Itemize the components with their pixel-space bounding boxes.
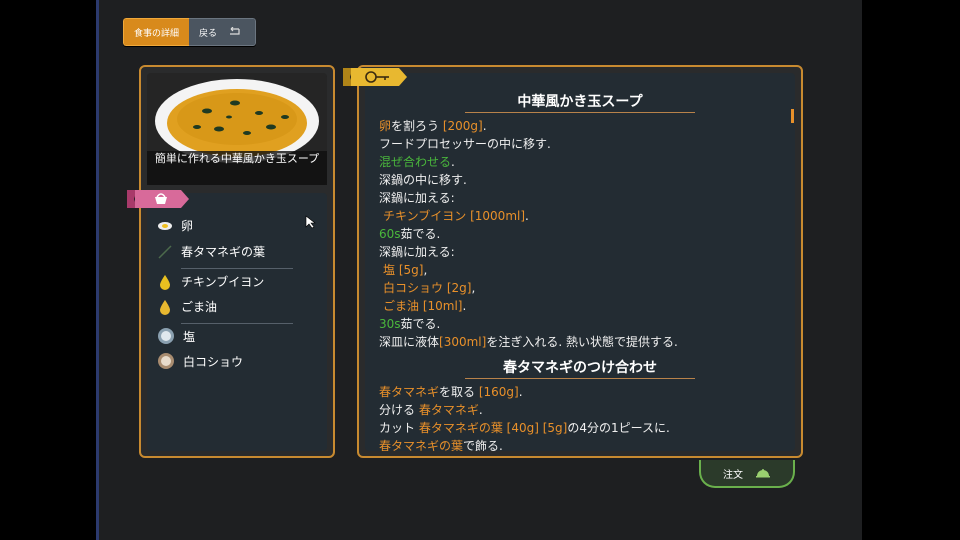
ingredient-label: 白コショウ (183, 354, 244, 369)
divider (181, 268, 293, 269)
recipe-text[interactable]: 中華風かき玉スープ 卵を割ろう [200g]. フードプロセッサーの中に移す. … (365, 73, 795, 451)
egg-icon (158, 221, 172, 230)
tab-meal-details-label: 食事の詳細 (134, 28, 180, 39)
recipe-step: 春タマネギの葉で飾る. (379, 439, 503, 451)
ingredient-label: ごま油 (181, 300, 218, 314)
ingredient-label: 春タマネギの葉 (181, 245, 266, 259)
ingredient-item[interactable]: 春タマネギの葉 (157, 243, 265, 260)
dish-caption-text: 簡単に作れる中華風かき玉スープ (154, 152, 320, 165)
oil-drop-icon (160, 299, 170, 315)
recipe-title: 中華風かき玉スープ (465, 91, 695, 113)
mouse-cursor-icon (305, 215, 316, 229)
ingredient-item[interactable]: ごま油 (157, 298, 217, 315)
bouillon-drop-icon (160, 274, 170, 290)
recipe-title: 春タマネギのつけ合わせ (465, 357, 695, 379)
back-button[interactable]: 戻る (189, 18, 257, 46)
recipe-step: 分ける 春タマネギ. (379, 403, 483, 417)
recipe-step: 塩 [5g], (383, 263, 428, 277)
dish-caption: 簡単に作れる中華風かき玉スープ (147, 151, 327, 185)
ingredient-item[interactable]: 白コショウ (157, 352, 243, 370)
back-button-label: 戻る (199, 28, 218, 39)
order-button-label: 注文 (723, 469, 743, 481)
ingredient-item[interactable]: 塩 (157, 327, 195, 345)
recipe-step: 混ぜ合わせる. (379, 155, 455, 169)
serving-dish-icon (756, 469, 770, 478)
recipe-step: フードプロセッサーの中に移す. (379, 137, 551, 151)
order-button[interactable]: 注文 (699, 460, 795, 488)
recipe-step: カット 春タマネギの葉 [40g] [5g]の4分の1ピースに. (379, 421, 670, 435)
ingredient-label: チキンブイヨン (181, 275, 265, 289)
recipe-step: 深鍋に加える: (379, 245, 455, 259)
ingredients-basket-tag (127, 190, 189, 208)
divider (181, 323, 293, 324)
recipe-step: 30s茹でる. (379, 317, 441, 331)
ingredient-item[interactable]: 卵 (157, 217, 193, 234)
recipe-step: 深鍋に加える: (379, 191, 455, 205)
game-screen: 食事の詳細 戻る 簡単に作れる中華風かき玉スープ 卵 春タマネギの葉 チキンブイ… (96, 0, 862, 540)
recipe-step: ごま油 [10ml]. (383, 299, 467, 313)
recipe-step: 深皿に液体[300ml]を注ぎ入れる. 熱い状態で提供する. (379, 335, 678, 349)
back-arrow-icon (230, 27, 240, 35)
recipe-step: 卵を割ろう [200g]. (379, 119, 487, 133)
top-tabs: 食事の詳細 戻る (123, 18, 257, 46)
scrollbar-thumb[interactable] (791, 109, 794, 123)
recipe-step: 春タマネギを取る [160g]. (379, 385, 523, 399)
recipe-key-tag (343, 68, 407, 86)
recipe-step: チキンブイヨン [1000ml]. (383, 209, 529, 223)
recipe-step: 60s茹でる. (379, 227, 441, 241)
white-pepper-icon (158, 353, 174, 369)
green-onion-icon (158, 244, 172, 259)
ingredient-label: 塩 (183, 329, 196, 344)
ingredient-label: 卵 (181, 219, 194, 233)
recipe-step: 深鍋の中に移す. (379, 173, 467, 187)
recipe-panel: 中華風かき玉スープ 卵を割ろう [200g]. フードプロセッサーの中に移す. … (357, 65, 803, 458)
ingredient-item[interactable]: チキンブイヨン (157, 273, 264, 290)
dish-panel: 簡単に作れる中華風かき玉スープ 卵 春タマネギの葉 チキンブイヨン ごま油 塩 … (139, 65, 335, 458)
tab-meal-details[interactable]: 食事の詳細 (123, 18, 190, 46)
salt-icon (158, 328, 174, 344)
ingredient-list: 卵 春タマネギの葉 チキンブイヨン ごま油 塩 白コショウ (147, 193, 327, 451)
recipe-step: 白コショウ [2g], (383, 281, 476, 295)
